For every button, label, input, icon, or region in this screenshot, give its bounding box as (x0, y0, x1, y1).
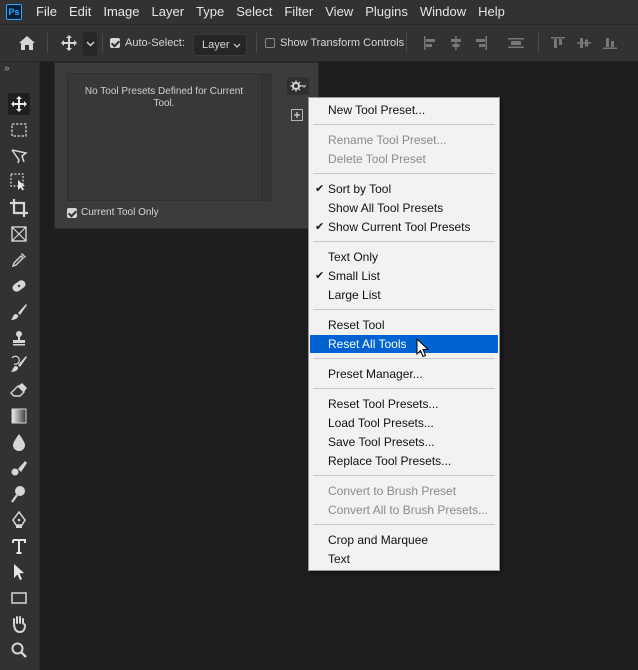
empty-presets-message: No Tool Presets Defined for Current Tool… (84, 86, 244, 109)
menu-item-rename-tool-preset: Rename Tool Preset... (328, 133, 447, 147)
gradient-tool-icon[interactable] (8, 405, 30, 427)
auto-select-target-value: Layer (202, 39, 230, 51)
menu-plugins[interactable]: Plugins (359, 0, 414, 24)
home-icon[interactable] (18, 25, 36, 61)
checkbox-icon (265, 38, 275, 48)
menu-item-replace-tool-presets[interactable]: Replace Tool Presets... (310, 452, 498, 470)
menu-item-small-list[interactable]: ✔ Small List (310, 267, 498, 285)
align-right-icon[interactable] (474, 25, 488, 61)
healing-brush-tool-icon[interactable] (8, 275, 30, 297)
rectangle-tool-icon[interactable] (8, 587, 30, 609)
current-tool-only-checkbox[interactable]: Current Tool Only (67, 207, 159, 218)
menu-filter[interactable]: Filter (278, 0, 319, 24)
eyedropper-tool-icon[interactable] (8, 249, 30, 271)
menu-item-large-list[interactable]: Large List (310, 286, 498, 304)
menu-type[interactable]: Type (190, 0, 230, 24)
pen-tool-icon[interactable] (8, 509, 30, 531)
menu-item-convert-all-to-brush-presets: Convert All to Brush Presets... (328, 503, 489, 517)
chevron-down-icon (86, 41, 94, 47)
menu-item-reset-tool[interactable]: Reset Tool (310, 316, 498, 334)
gear-icon (290, 80, 306, 92)
menu-view[interactable]: View (319, 0, 359, 24)
menu-item-preset-manager[interactable]: Preset Manager... (310, 365, 498, 383)
checkmark-icon: ✔ (315, 183, 325, 195)
menu-item-text[interactable]: Text (310, 550, 498, 568)
tool-preset-list[interactable]: No Tool Presets Defined for Current Tool… (67, 73, 259, 201)
menu-edit[interactable]: Edit (63, 0, 97, 24)
collapse-panel-icon[interactable]: » (4, 63, 10, 74)
menu-image[interactable]: Image (97, 0, 145, 24)
path-selection-tool-icon[interactable] (8, 561, 30, 583)
auto-select-checkbox[interactable] (110, 25, 120, 61)
checkmark-icon: ✔ (315, 221, 325, 233)
menu-item-show-all-tool-presets[interactable]: Show All Tool Presets (310, 199, 498, 217)
align-top-icon[interactable] (551, 25, 565, 61)
show-transform-controls-label: Show Transform Controls (280, 37, 405, 49)
auto-select-target-dropdown[interactable]: Layer (193, 34, 247, 56)
menu-item-delete-tool-preset: Delete Tool Preset (328, 152, 426, 166)
object-select-tool-icon[interactable] (8, 171, 30, 193)
hand-tool-icon[interactable] (8, 613, 30, 635)
dodge-tool-icon[interactable] (8, 483, 30, 505)
menu-item-crop-and-marquee[interactable]: Crop and Marquee (310, 531, 498, 549)
chevron-down-icon (233, 43, 241, 48)
tool-preset-panel-menu: New Tool Preset... Rename Tool Preset...… (308, 97, 500, 571)
menu-layer[interactable]: Layer (146, 0, 191, 24)
smudge-tool-icon[interactable] (8, 457, 30, 479)
checkbox-icon (67, 207, 77, 218)
crop-tool-icon[interactable] (8, 197, 30, 219)
lasso-tool-icon[interactable] (8, 145, 30, 167)
distribute-vertical-icon[interactable] (508, 25, 524, 61)
options-bar: Auto-Select: Layer Show Transform Contro… (0, 24, 638, 62)
checkmark-icon: ✔ (315, 270, 325, 282)
menu-item-reset-all-tools[interactable]: Reset All Tools (310, 335, 498, 353)
mouse-cursor-icon (416, 337, 430, 361)
marquee-tool-icon[interactable] (8, 119, 30, 141)
brush-tool-icon[interactable] (8, 301, 30, 323)
align-vertical-center-icon[interactable] (577, 25, 591, 61)
zoom-tool-icon[interactable] (8, 639, 30, 661)
history-brush-tool-icon[interactable] (8, 353, 30, 375)
frame-tool-icon[interactable] (8, 223, 30, 245)
menu-item-load-tool-presets[interactable]: Load Tool Presets... (310, 414, 498, 432)
menu-window[interactable]: Window (414, 0, 472, 24)
move-tool-preset-icon[interactable] (60, 25, 78, 61)
menu-bar: Ps File Edit Image Layer Type Select Fil… (0, 0, 638, 24)
menu-item-sort-by-tool[interactable]: ✔ Sort by Tool (310, 180, 498, 198)
type-tool-icon[interactable] (8, 535, 30, 557)
menu-file[interactable]: File (30, 0, 63, 24)
menu-item-text-only[interactable]: Text Only (310, 248, 498, 266)
menu-item-show-current-tool-presets[interactable]: ✔ Show Current Tool Presets (310, 218, 498, 236)
auto-select-label: Auto-Select: (125, 37, 185, 49)
menu-item-save-tool-presets[interactable]: Save Tool Presets... (310, 433, 498, 451)
create-new-preset-icon[interactable] (291, 109, 303, 121)
align-left-icon[interactable] (423, 25, 437, 61)
show-transform-controls-checkbox[interactable] (265, 25, 275, 61)
tool-preset-picker-button[interactable] (83, 32, 97, 56)
menu-item-new-tool-preset[interactable]: New Tool Preset... (310, 101, 498, 119)
menu-help[interactable]: Help (472, 0, 511, 24)
current-tool-only-label: Current Tool Only (81, 207, 159, 218)
move-tool-icon[interactable] (8, 93, 30, 115)
menu-item-reset-tool-presets[interactable]: Reset Tool Presets... (310, 395, 498, 413)
clone-stamp-tool-icon[interactable] (8, 327, 30, 349)
blur-tool-icon[interactable] (8, 431, 30, 453)
eraser-tool-icon[interactable] (8, 379, 30, 401)
preset-list-scrollbar[interactable] (260, 73, 272, 201)
checkbox-icon (110, 38, 120, 48)
align-bottom-icon[interactable] (603, 25, 617, 61)
menu-select[interactable]: Select (230, 0, 278, 24)
menu-item-convert-to-brush-preset: Convert to Brush Preset (328, 484, 457, 498)
tool-preset-panel: No Tool Presets Defined for Current Tool… (54, 62, 319, 229)
photoshop-logo-icon: Ps (6, 4, 22, 20)
align-horizontal-center-icon[interactable] (449, 25, 463, 61)
panel-settings-button[interactable] (287, 77, 309, 95)
tools-panel: » (0, 62, 40, 670)
